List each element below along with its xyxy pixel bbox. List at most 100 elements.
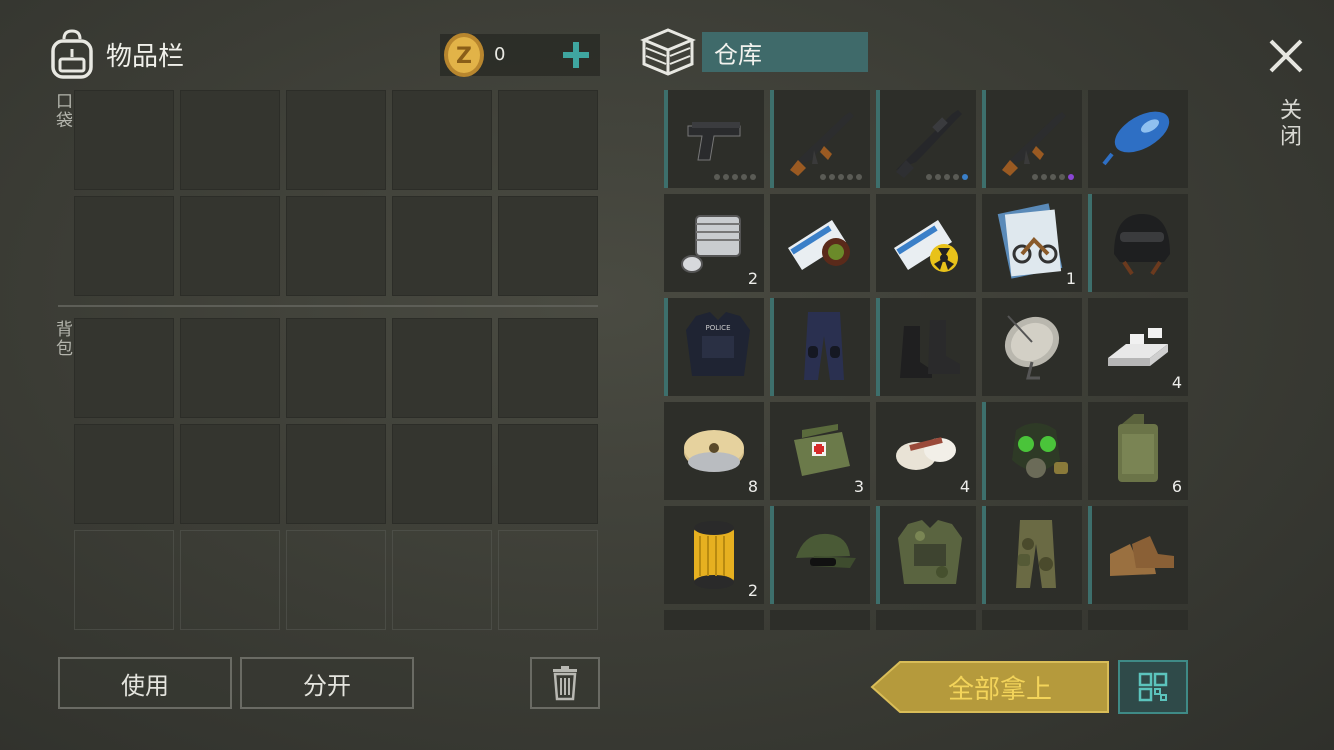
misc-item-icon — [992, 618, 1072, 630]
durability-dot — [1050, 174, 1056, 180]
locked-slot — [286, 530, 386, 630]
take-all-label: 全部拿上 — [947, 674, 1052, 705]
durability-dots — [1032, 174, 1074, 180]
storage-grid: 2 1 POLICE 4 8 3 4 6 2 — [664, 90, 1194, 630]
storage-item[interactable] — [982, 506, 1082, 604]
camo-vest-icon — [898, 520, 962, 584]
use-button[interactable]: 使用 — [58, 657, 232, 709]
storage-item[interactable] — [770, 90, 870, 188]
storage-item[interactable] — [876, 506, 976, 604]
storage-item[interactable]: 2 — [664, 506, 764, 604]
backpack-grid — [74, 318, 598, 630]
durability-dot — [1068, 174, 1074, 180]
ak-rifle-icon — [1002, 112, 1066, 176]
backpack-slot[interactable] — [74, 318, 174, 418]
storage-item[interactable] — [1088, 90, 1188, 188]
storage-item[interactable]: 6 — [1088, 402, 1188, 500]
storage-item[interactable] — [982, 610, 1082, 630]
storage-item[interactable] — [664, 610, 764, 630]
inventory-header: 物品栏 — [48, 28, 184, 80]
pocket-slot[interactable] — [74, 196, 174, 296]
backpack-slot[interactable] — [180, 424, 280, 524]
durability-dot — [926, 174, 932, 180]
storage-item[interactable] — [770, 298, 870, 396]
add-coins-button[interactable] — [556, 34, 596, 76]
storage-title: 仓库 — [702, 32, 868, 72]
backpack-label: 背包 — [52, 320, 72, 358]
durability-dot — [723, 174, 729, 180]
svg-text:POLICE: POLICE — [705, 324, 730, 332]
close-label[interactable]: 关闭 — [1272, 98, 1304, 150]
storage-item[interactable] — [876, 90, 976, 188]
pocket-slot[interactable] — [180, 90, 280, 190]
satellite-dish-icon — [1004, 315, 1060, 380]
storage-item[interactable] — [876, 610, 976, 630]
backpack-slot[interactable] — [286, 424, 386, 524]
storage-item[interactable]: POLICE — [664, 298, 764, 396]
camo-cap-icon — [796, 533, 856, 568]
storage-item[interactable] — [770, 194, 870, 292]
storage-item[interactable] — [1088, 194, 1188, 292]
storage-item[interactable]: 3 — [770, 402, 870, 500]
item-quantity: 1 — [1065, 269, 1076, 288]
backpack-slot[interactable] — [392, 424, 492, 524]
split-button[interactable]: 分开 — [240, 657, 414, 709]
wire-spool-icon — [684, 430, 744, 472]
close-icon[interactable] — [1266, 36, 1306, 76]
trash-button[interactable] — [530, 657, 600, 709]
storage-item[interactable] — [982, 402, 1082, 500]
storage-item[interactable] — [876, 298, 976, 396]
backpack-slot[interactable] — [286, 318, 386, 418]
item-quantity: 2 — [747, 269, 758, 288]
storage-item[interactable]: 4 — [1088, 298, 1188, 396]
misc-item-icon — [1098, 618, 1178, 630]
durability-dot — [962, 174, 968, 180]
grid-view-button[interactable] — [1118, 660, 1188, 714]
radioactive-magazine-icon — [894, 220, 958, 272]
durability-dot — [856, 174, 862, 180]
durability-dot — [838, 174, 844, 180]
storage-item[interactable] — [982, 90, 1082, 188]
storage-item[interactable] — [876, 194, 976, 292]
storage-item[interactable]: 1 — [982, 194, 1082, 292]
pistol-icon — [687, 122, 741, 161]
backpack-icon — [51, 29, 93, 79]
backpack-slot[interactable] — [74, 424, 174, 524]
bandage-icon — [896, 437, 956, 470]
take-all-button[interactable]: 全部拿上 — [870, 660, 1110, 714]
storage-item[interactable] — [982, 298, 1082, 396]
blueprint-motorcycle-icon — [997, 203, 1063, 279]
durability-dots — [820, 174, 862, 180]
metal-ingot-icon — [1108, 328, 1168, 366]
backpack-slot[interactable] — [392, 318, 492, 418]
durability-dot — [953, 174, 959, 180]
pocket-slot[interactable] — [74, 90, 174, 190]
pocket-slot[interactable] — [392, 196, 492, 296]
storage-item[interactable]: 4 — [876, 402, 976, 500]
durability-dot — [1059, 174, 1065, 180]
storage-list[interactable]: 2 1 POLICE 4 8 3 4 6 2 — [664, 90, 1194, 630]
pocket-slot[interactable] — [498, 90, 598, 190]
item-quantity: 3 — [853, 477, 864, 496]
item-quantity: 8 — [747, 477, 758, 496]
pocket-slot[interactable] — [180, 196, 280, 296]
pocket-slot[interactable] — [498, 196, 598, 296]
storage-item[interactable]: 8 — [664, 402, 764, 500]
storage-item[interactable] — [1088, 610, 1188, 630]
storage-item[interactable]: 2 — [664, 194, 764, 292]
storage-item[interactable] — [664, 90, 764, 188]
pocket-slot[interactable] — [286, 196, 386, 296]
storage-item[interactable] — [1088, 506, 1188, 604]
durability-dot — [847, 174, 853, 180]
item-quantity: 6 — [1171, 477, 1182, 496]
storage-item[interactable] — [770, 506, 870, 604]
backpack-slot[interactable] — [180, 318, 280, 418]
plus-icon — [563, 42, 589, 68]
pocket-slot[interactable] — [392, 90, 492, 190]
m16-rifle-icon — [896, 110, 962, 178]
backpack-slot[interactable] — [498, 318, 598, 418]
pocket-slot[interactable] — [286, 90, 386, 190]
backpack-slot[interactable] — [498, 424, 598, 524]
magazine-scroll-icon — [788, 220, 850, 270]
storage-item[interactable] — [770, 610, 870, 630]
